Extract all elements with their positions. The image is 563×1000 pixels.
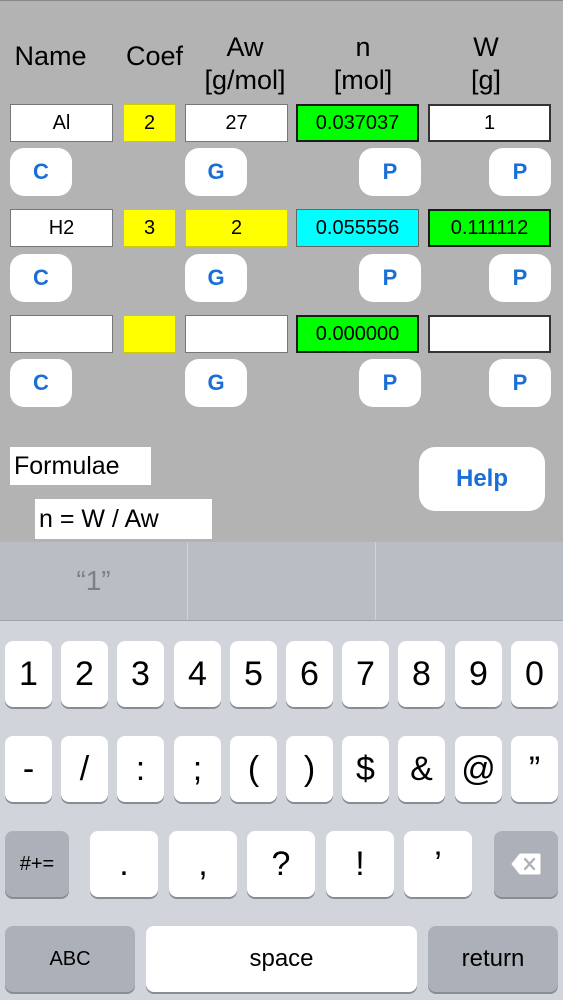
header-w: W xyxy=(473,32,499,62)
c-button-3[interactable]: C xyxy=(10,359,72,407)
key-colon[interactable]: : xyxy=(117,736,164,802)
n-field-1[interactable]: 0.037037 xyxy=(296,104,419,142)
key-close-paren[interactable]: ) xyxy=(286,736,333,802)
w-field-1[interactable]: 1 xyxy=(428,104,551,142)
key-7[interactable]: 7 xyxy=(342,641,389,707)
suggestion-item-empty[interactable] xyxy=(188,542,375,620)
backspace-icon xyxy=(511,853,541,875)
p-button-n-2[interactable]: P xyxy=(359,254,421,302)
aw-field-1[interactable]: 27 xyxy=(185,104,288,142)
name-field-2[interactable]: H2 xyxy=(10,209,113,247)
name-field-3[interactable] xyxy=(10,315,113,353)
header-aw: Aw xyxy=(226,32,264,62)
aw-field-3[interactable] xyxy=(185,315,288,353)
key-at[interactable]: @ xyxy=(455,736,502,802)
key-2[interactable]: 2 xyxy=(61,641,108,707)
header-name: Name xyxy=(14,41,87,71)
suggestion-item-empty[interactable] xyxy=(376,542,563,620)
g-button-1[interactable]: G xyxy=(185,148,247,196)
key-0[interactable]: 0 xyxy=(511,641,558,707)
key-4[interactable]: 4 xyxy=(174,641,221,707)
formulae-label: Formulae xyxy=(10,447,151,485)
key-exclamation[interactable]: ! xyxy=(326,831,394,897)
p-button-w-3[interactable]: P xyxy=(489,359,551,407)
coef-field-2[interactable]: 3 xyxy=(123,209,176,247)
header-w-unit: [g] xyxy=(470,65,502,95)
key-hyphen[interactable]: - xyxy=(5,736,52,802)
header-coef: Coef xyxy=(125,41,184,71)
key-semicolon[interactable]: ; xyxy=(174,736,221,802)
formula-text: n = W / Aw xyxy=(35,499,212,539)
c-button-1[interactable]: C xyxy=(10,148,72,196)
key-quote[interactable]: ” xyxy=(511,736,558,802)
aw-field-2[interactable]: 2 xyxy=(185,209,288,247)
key-slash[interactable]: / xyxy=(61,736,108,802)
header-n-unit: [mol] xyxy=(333,65,393,95)
n-field-3[interactable]: 0.000000 xyxy=(296,315,419,353)
n-field-2[interactable]: 0.055556 xyxy=(296,209,419,247)
suggestion-bar: “1” xyxy=(0,542,563,621)
p-button-w-1[interactable]: P xyxy=(489,148,551,196)
w-field-2[interactable]: 0.111112 xyxy=(428,209,551,247)
key-6[interactable]: 6 xyxy=(286,641,333,707)
key-9[interactable]: 9 xyxy=(455,641,502,707)
key-dollar[interactable]: $ xyxy=(342,736,389,802)
key-question[interactable]: ? xyxy=(247,831,315,897)
help-button[interactable]: Help xyxy=(419,447,545,511)
key-apostrophe[interactable]: ’ xyxy=(404,831,472,897)
key-period[interactable]: . xyxy=(90,831,158,897)
key-open-paren[interactable]: ( xyxy=(230,736,277,802)
key-1[interactable]: 1 xyxy=(5,641,52,707)
g-button-3[interactable]: G xyxy=(185,359,247,407)
return-key[interactable]: return xyxy=(428,926,558,992)
delete-key[interactable] xyxy=(494,831,558,897)
calculator-screen: Name Coef Aw [g/mol] n [mol] W [g] Al 2 … xyxy=(0,0,563,542)
p-button-n-1[interactable]: P xyxy=(359,148,421,196)
c-button-2[interactable]: C xyxy=(10,254,72,302)
key-5[interactable]: 5 xyxy=(230,641,277,707)
p-button-w-2[interactable]: P xyxy=(489,254,551,302)
symbols-key[interactable]: #+= xyxy=(5,831,69,897)
suggestion-item[interactable]: “1” xyxy=(0,542,187,620)
g-button-2[interactable]: G xyxy=(185,254,247,302)
coef-field-1[interactable]: 2 xyxy=(123,104,176,142)
header-n: n xyxy=(355,32,371,62)
abc-key[interactable]: ABC xyxy=(5,926,135,992)
p-button-n-3[interactable]: P xyxy=(359,359,421,407)
key-8[interactable]: 8 xyxy=(398,641,445,707)
numeric-keyboard: “1” 1 2 3 4 5 6 7 8 9 0 - / : ; ( ) $ & … xyxy=(0,542,563,1000)
header-aw-unit: [g/mol] xyxy=(204,65,286,95)
coef-field-3[interactable] xyxy=(123,315,176,353)
key-3[interactable]: 3 xyxy=(117,641,164,707)
name-field-1[interactable]: Al xyxy=(10,104,113,142)
space-key[interactable]: space xyxy=(146,926,417,992)
w-field-3[interactable] xyxy=(428,315,551,353)
key-comma[interactable]: , xyxy=(169,831,237,897)
key-ampersand[interactable]: & xyxy=(398,736,445,802)
